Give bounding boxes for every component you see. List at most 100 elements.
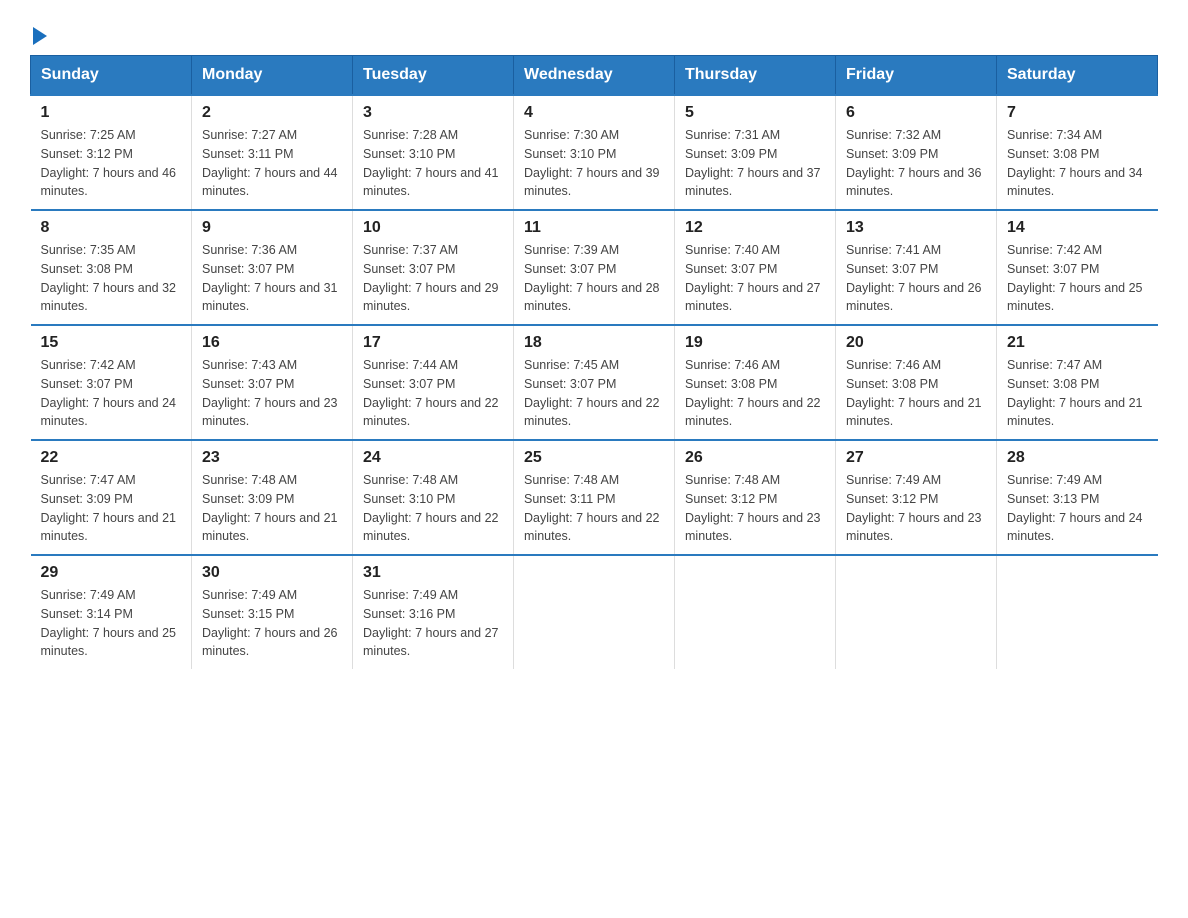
calendar-day-cell: 18 Sunrise: 7:45 AMSunset: 3:07 PMDayligh… — [514, 325, 675, 440]
day-number: 31 — [363, 564, 503, 582]
logo — [30, 25, 47, 45]
calendar-day-cell: 13Sunrise: 7:41 AMSunset: 3:07 PMDayligh… — [836, 210, 997, 325]
day-info: Sunrise: 7:28 AMSunset: 3:10 PMDaylight:… — [363, 126, 503, 201]
calendar-day-cell: 25Sunrise: 7:48 AMSunset: 3:11 PMDayligh… — [514, 440, 675, 555]
calendar-week-row: 8Sunrise: 7:35 AMSunset: 3:08 PMDaylight… — [31, 210, 1158, 325]
day-header-thursday: Thursday — [675, 56, 836, 96]
calendar-day-cell: 23Sunrise: 7:48 AMSunset: 3:09 PMDayligh… — [192, 440, 353, 555]
day-info: Sunrise: 7:49 AMSunset: 3:13 PMDaylight:… — [1007, 471, 1148, 546]
day-info: Sunrise: 7:47 AMSunset: 3:08 PMDaylight:… — [1007, 356, 1148, 431]
day-info: Sunrise: 7:31 AMSunset: 3:09 PMDaylight:… — [685, 126, 825, 201]
day-number: 27 — [846, 449, 986, 467]
day-number: 26 — [685, 449, 825, 467]
calendar-day-cell: 2 Sunrise: 7:27 AMSunset: 3:11 PMDaylight… — [192, 95, 353, 210]
day-info: Sunrise: 7:25 AMSunset: 3:12 PMDaylight:… — [41, 126, 182, 201]
calendar-day-cell: 30 Sunrise: 7:49 AMSunset: 3:15 PMDayligh… — [192, 555, 353, 669]
calendar-day-cell: 1 Sunrise: 7:25 AMSunset: 3:12 PMDaylight… — [31, 95, 192, 210]
calendar-day-cell: 31 Sunrise: 7:49 AMSunset: 3:16 PMDayligh… — [353, 555, 514, 669]
day-number: 11 — [524, 219, 664, 237]
page-header — [30, 20, 1158, 45]
day-number: 28 — [1007, 449, 1148, 467]
calendar-day-cell: 9 Sunrise: 7:36 AMSunset: 3:07 PMDaylight… — [192, 210, 353, 325]
calendar-day-cell: 19 Sunrise: 7:46 AMSunset: 3:08 PMDayligh… — [675, 325, 836, 440]
day-number: 15 — [41, 334, 182, 352]
day-number: 20 — [846, 334, 986, 352]
calendar-day-cell: 26 Sunrise: 7:48 AMSunset: 3:12 PMDayligh… — [675, 440, 836, 555]
day-number: 9 — [202, 219, 342, 237]
day-number: 22 — [41, 449, 182, 467]
day-header-wednesday: Wednesday — [514, 56, 675, 96]
day-info: Sunrise: 7:32 AMSunset: 3:09 PMDaylight:… — [846, 126, 986, 201]
calendar-day-cell: 29 Sunrise: 7:49 AMSunset: 3:14 PMDayligh… — [31, 555, 192, 669]
day-header-sunday: Sunday — [31, 56, 192, 96]
day-info: Sunrise: 7:34 AMSunset: 3:08 PMDaylight:… — [1007, 126, 1148, 201]
day-info: Sunrise: 7:45 AMSunset: 3:07 PMDaylight:… — [524, 356, 664, 431]
day-number: 17 — [363, 334, 503, 352]
day-info: Sunrise: 7:46 AMSunset: 3:08 PMDaylight:… — [685, 356, 825, 431]
day-number: 10 — [363, 219, 503, 237]
day-header-saturday: Saturday — [997, 56, 1158, 96]
day-number: 30 — [202, 564, 342, 582]
day-info: Sunrise: 7:48 AMSunset: 3:10 PMDaylight:… — [363, 471, 503, 546]
day-header-monday: Monday — [192, 56, 353, 96]
day-info: Sunrise: 7:27 AMSunset: 3:11 PMDaylight:… — [202, 126, 342, 201]
day-info: Sunrise: 7:49 AMSunset: 3:15 PMDaylight:… — [202, 586, 342, 661]
day-number: 3 — [363, 104, 503, 122]
logo-triangle-icon — [33, 27, 47, 45]
day-number: 6 — [846, 104, 986, 122]
calendar-week-row: 1 Sunrise: 7:25 AMSunset: 3:12 PMDaylight… — [31, 95, 1158, 210]
day-number: 29 — [41, 564, 182, 582]
day-info: Sunrise: 7:48 AMSunset: 3:12 PMDaylight:… — [685, 471, 825, 546]
day-number: 19 — [685, 334, 825, 352]
day-info: Sunrise: 7:36 AMSunset: 3:07 PMDaylight:… — [202, 241, 342, 316]
day-info: Sunrise: 7:46 AMSunset: 3:08 PMDaylight:… — [846, 356, 986, 431]
calendar-day-cell: 4 Sunrise: 7:30 AMSunset: 3:10 PMDaylight… — [514, 95, 675, 210]
day-info: Sunrise: 7:37 AMSunset: 3:07 PMDaylight:… — [363, 241, 503, 316]
calendar-table: SundayMondayTuesdayWednesdayThursdayFrid… — [30, 55, 1158, 669]
day-info: Sunrise: 7:48 AMSunset: 3:09 PMDaylight:… — [202, 471, 342, 546]
day-number: 14 — [1007, 219, 1148, 237]
day-number: 2 — [202, 104, 342, 122]
calendar-day-cell: 11 Sunrise: 7:39 AMSunset: 3:07 PMDayligh… — [514, 210, 675, 325]
day-header-friday: Friday — [836, 56, 997, 96]
day-number: 25 — [524, 449, 664, 467]
day-info: Sunrise: 7:42 AMSunset: 3:07 PMDaylight:… — [1007, 241, 1148, 316]
calendar-day-cell: 28 Sunrise: 7:49 AMSunset: 3:13 PMDayligh… — [997, 440, 1158, 555]
calendar-header-row: SundayMondayTuesdayWednesdayThursdayFrid… — [31, 56, 1158, 96]
calendar-day-cell: 7 Sunrise: 7:34 AMSunset: 3:08 PMDaylight… — [997, 95, 1158, 210]
calendar-day-cell: 5 Sunrise: 7:31 AMSunset: 3:09 PMDaylight… — [675, 95, 836, 210]
day-number: 24 — [363, 449, 503, 467]
day-info: Sunrise: 7:43 AMSunset: 3:07 PMDaylight:… — [202, 356, 342, 431]
day-info: Sunrise: 7:41 AMSunset: 3:07 PMDaylight:… — [846, 241, 986, 316]
calendar-day-cell: 22 Sunrise: 7:47 AMSunset: 3:09 PMDayligh… — [31, 440, 192, 555]
calendar-week-row: 15Sunrise: 7:42 AMSunset: 3:07 PMDayligh… — [31, 325, 1158, 440]
day-info: Sunrise: 7:39 AMSunset: 3:07 PMDaylight:… — [524, 241, 664, 316]
day-number: 18 — [524, 334, 664, 352]
day-info: Sunrise: 7:49 AMSunset: 3:14 PMDaylight:… — [41, 586, 182, 661]
day-number: 5 — [685, 104, 825, 122]
calendar-day-cell: 14 Sunrise: 7:42 AMSunset: 3:07 PMDayligh… — [997, 210, 1158, 325]
day-number: 12 — [685, 219, 825, 237]
calendar-empty-cell — [997, 555, 1158, 669]
calendar-day-cell: 21 Sunrise: 7:47 AMSunset: 3:08 PMDayligh… — [997, 325, 1158, 440]
calendar-day-cell: 10 Sunrise: 7:37 AMSunset: 3:07 PMDayligh… — [353, 210, 514, 325]
calendar-day-cell: 3 Sunrise: 7:28 AMSunset: 3:10 PMDaylight… — [353, 95, 514, 210]
calendar-day-cell: 20 Sunrise: 7:46 AMSunset: 3:08 PMDayligh… — [836, 325, 997, 440]
calendar-empty-cell — [514, 555, 675, 669]
day-number: 1 — [41, 104, 182, 122]
calendar-day-cell: 24 Sunrise: 7:48 AMSunset: 3:10 PMDayligh… — [353, 440, 514, 555]
day-info: Sunrise: 7:47 AMSunset: 3:09 PMDaylight:… — [41, 471, 182, 546]
day-number: 4 — [524, 104, 664, 122]
day-number: 7 — [1007, 104, 1148, 122]
calendar-empty-cell — [836, 555, 997, 669]
day-number: 21 — [1007, 334, 1148, 352]
day-header-tuesday: Tuesday — [353, 56, 514, 96]
calendar-day-cell: 6 Sunrise: 7:32 AMSunset: 3:09 PMDaylight… — [836, 95, 997, 210]
calendar-day-cell: 17Sunrise: 7:44 AMSunset: 3:07 PMDayligh… — [353, 325, 514, 440]
day-info: Sunrise: 7:30 AMSunset: 3:10 PMDaylight:… — [524, 126, 664, 201]
day-info: Sunrise: 7:49 AMSunset: 3:16 PMDaylight:… — [363, 586, 503, 661]
calendar-day-cell: 8Sunrise: 7:35 AMSunset: 3:08 PMDaylight… — [31, 210, 192, 325]
day-number: 16 — [202, 334, 342, 352]
day-number: 8 — [41, 219, 182, 237]
calendar-week-row: 29 Sunrise: 7:49 AMSunset: 3:14 PMDayligh… — [31, 555, 1158, 669]
